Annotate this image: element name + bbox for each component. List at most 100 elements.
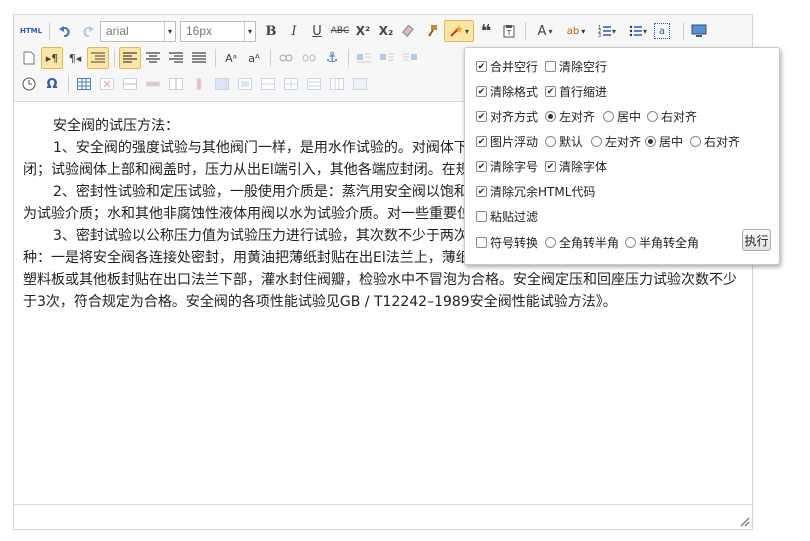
checkbox-checked[interactable]: ✔ bbox=[545, 86, 556, 97]
checkbox-checked[interactable]: ✔ bbox=[476, 136, 487, 147]
split-rows-icon[interactable] bbox=[303, 73, 325, 95]
font-color-icon[interactable]: A ▾ bbox=[530, 20, 560, 42]
rtl-direction-icon[interactable]: ¶◂ bbox=[64, 47, 86, 69]
checkbox-checked[interactable]: ✔ bbox=[476, 186, 487, 197]
link-icon[interactable] bbox=[275, 47, 297, 69]
checkbox-unchecked[interactable] bbox=[545, 61, 556, 72]
float-right-radio[interactable]: 右对齐 bbox=[690, 133, 740, 150]
execute-button[interactable]: 执行 bbox=[742, 229, 771, 251]
radio-unselected[interactable] bbox=[545, 237, 556, 248]
clear-redundant-html-option[interactable]: ✔ 清除冗余HTML代码 bbox=[476, 183, 595, 200]
paragraph-format-icon[interactable] bbox=[87, 47, 109, 69]
full-to-half-radio[interactable]: 全角转半角 bbox=[545, 234, 619, 251]
split-cells-icon[interactable] bbox=[280, 73, 302, 95]
float-left-radio[interactable]: 左对齐 bbox=[591, 133, 641, 150]
half-to-full-radio[interactable]: 半角转全角 bbox=[625, 234, 699, 251]
image-float-right-icon[interactable] bbox=[399, 47, 421, 69]
float-default-radio[interactable]: 默认 bbox=[545, 133, 583, 150]
merge-empty-lines-option[interactable]: ✔ 合并空行 bbox=[476, 58, 538, 75]
paste-plain-icon[interactable]: T bbox=[498, 20, 520, 42]
strikethrough-icon[interactable]: ABC bbox=[329, 20, 351, 42]
align-right-icon[interactable] bbox=[165, 47, 187, 69]
align-center-icon[interactable] bbox=[142, 47, 164, 69]
redo-icon[interactable] bbox=[77, 20, 99, 42]
radio-unselected[interactable] bbox=[545, 136, 556, 147]
radio-unselected[interactable] bbox=[625, 237, 636, 248]
first-line-indent-option[interactable]: ✔ 首行缩进 bbox=[545, 83, 607, 100]
checkbox-unchecked[interactable] bbox=[476, 237, 487, 248]
anchor-icon[interactable]: ⚓ bbox=[321, 47, 343, 69]
align-justify-icon[interactable] bbox=[188, 47, 210, 69]
checkbox-checked[interactable]: ✔ bbox=[476, 161, 487, 172]
align-center-radio[interactable]: 居中 bbox=[603, 108, 641, 125]
radio-unselected[interactable] bbox=[647, 111, 658, 122]
delete-row-icon[interactable] bbox=[142, 73, 164, 95]
toolbar-separator bbox=[49, 22, 50, 40]
clear-font-option[interactable]: ✔ 清除字体 bbox=[545, 158, 607, 175]
insert-row-icon[interactable] bbox=[119, 73, 141, 95]
delete-column-icon[interactable] bbox=[188, 73, 210, 95]
clear-format-option[interactable]: ✔ 清除格式 bbox=[476, 83, 538, 100]
checkbox-checked[interactable]: ✔ bbox=[476, 111, 487, 122]
radio-selected[interactable] bbox=[545, 111, 556, 122]
special-char-icon[interactable]: Ω bbox=[41, 73, 63, 95]
image-float-none-icon[interactable] bbox=[353, 47, 375, 69]
image-float-option[interactable]: ✔ 图片浮动 bbox=[476, 133, 538, 150]
split-cols-icon[interactable] bbox=[326, 73, 348, 95]
float-center-radio[interactable]: 居中 bbox=[645, 133, 683, 150]
underline-icon[interactable]: U bbox=[306, 20, 328, 42]
source-code-button[interactable]: HTML bbox=[18, 20, 44, 42]
editor-statusbar bbox=[14, 504, 752, 529]
font-family-select[interactable]: arial ▾ bbox=[100, 20, 176, 42]
merge-right-icon[interactable] bbox=[234, 73, 256, 95]
autotypeset-button[interactable]: ▾ bbox=[444, 20, 474, 42]
italic-icon[interactable]: I bbox=[283, 20, 305, 42]
clear-empty-lines-option[interactable]: 清除空行 bbox=[545, 58, 607, 75]
radio-unselected[interactable] bbox=[603, 111, 614, 122]
radio-unselected[interactable] bbox=[591, 136, 602, 147]
subscript-icon[interactable]: X₂ bbox=[375, 20, 397, 42]
clock-icon[interactable] bbox=[18, 73, 40, 95]
align-right-radio[interactable]: 右对齐 bbox=[647, 108, 697, 125]
radio-unselected[interactable] bbox=[690, 136, 701, 147]
insert-table-icon[interactable] bbox=[73, 73, 95, 95]
merge-down-icon[interactable] bbox=[257, 73, 279, 95]
checkbox-checked[interactable]: ✔ bbox=[476, 61, 487, 72]
eraser-icon[interactable] bbox=[398, 20, 420, 42]
chevron-down-icon: ▾ bbox=[464, 26, 469, 36]
font-size-select[interactable]: 16px ▾ bbox=[180, 20, 256, 42]
lowercase-icon[interactable]: aᴬ bbox=[243, 47, 265, 69]
checkbox-unchecked[interactable] bbox=[476, 211, 487, 222]
delete-table-icon[interactable] bbox=[96, 73, 118, 95]
chevron-down-icon: ▾ bbox=[164, 21, 175, 41]
uppercase-icon[interactable]: Aᵃ bbox=[220, 47, 242, 69]
merge-cells-icon[interactable] bbox=[211, 73, 233, 95]
format-painter-icon[interactable] bbox=[421, 20, 443, 42]
checkbox-checked[interactable]: ✔ bbox=[545, 161, 556, 172]
blockquote-icon[interactable]: ❝ bbox=[475, 20, 497, 42]
align-left-radio[interactable]: 左对齐 bbox=[545, 108, 595, 125]
text-format-icon[interactable]: a bbox=[654, 23, 670, 39]
unlink-icon[interactable] bbox=[298, 47, 320, 69]
resize-grip-icon[interactable] bbox=[738, 515, 750, 527]
table-properties-icon[interactable] bbox=[349, 73, 371, 95]
insert-column-icon[interactable] bbox=[165, 73, 187, 95]
preview-icon[interactable] bbox=[688, 20, 710, 42]
symbol-convert-option[interactable]: 符号转换 bbox=[476, 234, 538, 251]
undo-icon[interactable] bbox=[54, 20, 76, 42]
checkbox-checked[interactable]: ✔ bbox=[476, 86, 487, 97]
unordered-list-icon[interactable]: ▾ bbox=[623, 20, 653, 42]
image-float-left-icon[interactable] bbox=[376, 47, 398, 69]
ltr-direction-icon[interactable]: ▸¶ bbox=[41, 47, 63, 69]
ordered-list-icon[interactable]: 123 ▾ bbox=[592, 20, 622, 42]
new-document-icon[interactable] bbox=[18, 47, 40, 69]
svg-text:3: 3 bbox=[598, 33, 601, 38]
clear-font-size-option[interactable]: ✔ 清除字号 bbox=[476, 158, 538, 175]
align-left-icon[interactable] bbox=[119, 47, 141, 69]
radio-selected[interactable] bbox=[645, 136, 656, 147]
bold-icon[interactable]: B bbox=[260, 20, 282, 42]
superscript-icon[interactable]: X² bbox=[352, 20, 374, 42]
align-mode-option[interactable]: ✔ 对齐方式 bbox=[476, 108, 538, 125]
background-color-icon[interactable]: ab ▾ bbox=[561, 20, 591, 42]
paste-filter-option[interactable]: 粘贴过滤 bbox=[476, 208, 538, 225]
